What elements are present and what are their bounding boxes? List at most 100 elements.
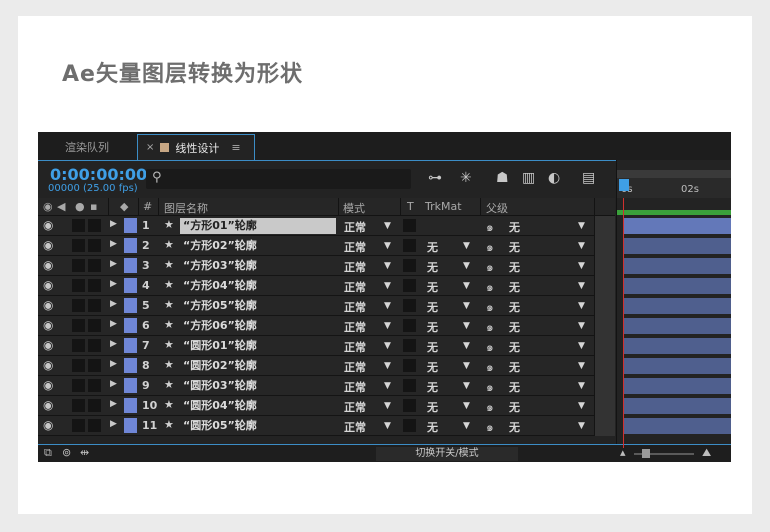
chevron-down-icon[interactable]: ▼ xyxy=(463,281,470,291)
lock-switch[interactable] xyxy=(88,419,101,432)
chevron-down-icon[interactable]: ▼ xyxy=(384,281,391,291)
expand-arrow-icon[interactable]: ▶ xyxy=(110,359,117,369)
expand-arrow-icon[interactable]: ▶ xyxy=(110,379,117,389)
chevron-down-icon[interactable]: ▼ xyxy=(384,261,391,271)
chevron-down-icon[interactable]: ▼ xyxy=(578,381,585,391)
chevron-down-icon[interactable]: ▼ xyxy=(578,221,585,231)
chevron-down-icon[interactable]: ▼ xyxy=(384,221,391,231)
graph-editor-icon[interactable]: ▤ xyxy=(582,170,595,186)
visibility-eye-icon[interactable]: ◉ xyxy=(43,218,53,232)
preserve-transparency-toggle[interactable] xyxy=(403,219,416,232)
chevron-down-icon[interactable]: ▼ xyxy=(463,261,470,271)
chevron-down-icon[interactable]: ▼ xyxy=(384,301,391,311)
blend-mode-select[interactable]: 正常 xyxy=(344,239,366,255)
layer-name[interactable]: “圆形02”轮廓 xyxy=(180,358,336,374)
layer-row[interactable]: ◉ ▶ 7 ★ “圆形01”轮廓 正常 ▼ 无 ▼ ๑无 ▼ xyxy=(38,336,615,356)
layer-duration-bar[interactable] xyxy=(623,358,731,374)
expand-arrow-icon[interactable]: ▶ xyxy=(110,299,117,309)
trkmat-select[interactable]: 无 xyxy=(427,279,438,295)
toggle-switches-modes-button[interactable]: 切换开关/模式 xyxy=(376,447,518,461)
current-time-indicator[interactable] xyxy=(619,179,629,191)
visibility-eye-icon[interactable]: ◉ xyxy=(43,378,53,392)
chevron-down-icon[interactable]: ▼ xyxy=(578,301,585,311)
expand-arrow-icon[interactable]: ▶ xyxy=(110,339,117,349)
preserve-transparency-toggle[interactable] xyxy=(403,299,416,312)
trkmat-select[interactable]: 无 xyxy=(427,319,438,335)
chevron-down-icon[interactable]: ▼ xyxy=(578,241,585,251)
layer-name[interactable]: “方形02”轮廓 xyxy=(180,238,336,254)
expand-arrow-icon[interactable]: ▶ xyxy=(110,259,117,269)
layer-duration-bar[interactable] xyxy=(623,298,731,314)
tab-render-queue[interactable]: 渲染队列 xyxy=(38,134,136,160)
chevron-down-icon[interactable]: ▼ xyxy=(578,401,585,411)
layer-duration-bar[interactable] xyxy=(623,278,731,294)
frame-blending-icon[interactable]: ▥ xyxy=(522,170,535,186)
trkmat-select[interactable]: 无 xyxy=(427,299,438,315)
audio-toggle-icon[interactable]: ◀ xyxy=(57,200,65,213)
layer-row[interactable]: ◉ ▶ 6 ★ “方形06”轮廓 正常 ▼ 无 ▼ ๑无 ▼ xyxy=(38,316,615,336)
parent-select[interactable]: 无 xyxy=(509,399,520,415)
lock-switch[interactable] xyxy=(88,319,101,332)
visibility-eye-icon[interactable]: ◉ xyxy=(43,278,53,292)
label-color-swatch[interactable] xyxy=(124,258,137,273)
blend-mode-select[interactable]: 正常 xyxy=(344,399,366,415)
pick-whip-icon[interactable]: ๑ xyxy=(486,278,494,297)
tab-composition[interactable]: × 线性设计 ≡ xyxy=(137,134,255,160)
expand-arrow-icon[interactable]: ▶ xyxy=(110,279,117,289)
visibility-eye-icon[interactable]: ◉ xyxy=(43,258,53,272)
chevron-down-icon[interactable]: ▼ xyxy=(578,261,585,271)
label-tag-icon[interactable]: ◆ xyxy=(120,200,128,213)
chevron-down-icon[interactable]: ▼ xyxy=(578,321,585,331)
chevron-down-icon[interactable]: ▼ xyxy=(384,401,391,411)
layer-row[interactable]: ◉ ▶ 10 ★ “圆形04”轮廓 正常 ▼ 无 ▼ ๑无 ▼ xyxy=(38,396,615,416)
layer-row[interactable]: ◉ ▶ 9 ★ “圆形03”轮廓 正常 ▼ 无 ▼ ๑无 ▼ xyxy=(38,376,615,396)
preserve-transparency-toggle[interactable] xyxy=(403,239,416,252)
chevron-down-icon[interactable]: ▼ xyxy=(463,321,470,331)
lock-switch[interactable] xyxy=(88,259,101,272)
pick-whip-icon[interactable]: ๑ xyxy=(486,358,494,377)
layer-row[interactable]: ◉ ▶ 4 ★ “方形04”轮廓 正常 ▼ 无 ▼ ๑无 ▼ xyxy=(38,276,615,296)
label-color-swatch[interactable] xyxy=(124,378,137,393)
solo-switch[interactable] xyxy=(72,279,85,292)
preserve-transparency-toggle[interactable] xyxy=(403,319,416,332)
preserve-transparency-toggle[interactable] xyxy=(403,399,416,412)
lock-switch[interactable] xyxy=(88,339,101,352)
label-color-swatch[interactable] xyxy=(124,278,137,293)
solo-switch[interactable] xyxy=(72,259,85,272)
layer-row[interactable]: ◉ ▶ 5 ★ “方形05”轮廓 正常 ▼ 无 ▼ ๑无 ▼ xyxy=(38,296,615,316)
pick-whip-icon[interactable]: ๑ xyxy=(486,418,494,437)
chevron-down-icon[interactable]: ▼ xyxy=(463,421,470,431)
preserve-transparency-toggle[interactable] xyxy=(403,259,416,272)
chevron-down-icon[interactable]: ▼ xyxy=(578,421,585,431)
layer-duration-bar[interactable] xyxy=(623,218,731,234)
transfer-controls-icon[interactable]: ⊚ xyxy=(62,446,71,459)
layer-row[interactable]: ◉ ▶ 8 ★ “圆形02”轮廓 正常 ▼ 无 ▼ ๑无 ▼ xyxy=(38,356,615,376)
solo-switch[interactable] xyxy=(72,359,85,372)
chevron-down-icon[interactable]: ▼ xyxy=(384,361,391,371)
visibility-eye-icon[interactable]: ◉ xyxy=(43,318,53,332)
label-color-swatch[interactable] xyxy=(124,358,137,373)
layer-row[interactable]: ◉ ▶ 1 ★ “方形01”轮廓 正常 ▼ ๑无 ▼ xyxy=(38,216,615,236)
current-timecode[interactable]: 0:00:00:00 xyxy=(50,165,147,184)
solo-switch[interactable] xyxy=(72,239,85,252)
zoom-in-icon[interactable]: ⛰ xyxy=(702,446,711,460)
solo-switch[interactable] xyxy=(72,299,85,312)
visibility-eye-icon[interactable]: ◉ xyxy=(43,398,53,412)
parent-select[interactable]: 无 xyxy=(509,319,520,335)
visibility-eye-icon[interactable]: ◉ xyxy=(43,418,53,432)
composition-flowchart-icon[interactable]: ⊶ xyxy=(428,170,442,186)
solo-switch[interactable] xyxy=(72,339,85,352)
panel-menu-icon[interactable]: ≡ xyxy=(231,141,240,154)
chevron-down-icon[interactable]: ▼ xyxy=(463,341,470,351)
layer-name[interactable]: “方形06”轮廓 xyxy=(180,318,336,334)
chevron-down-icon[interactable]: ▼ xyxy=(384,381,391,391)
expand-arrow-icon[interactable]: ▶ xyxy=(110,419,117,429)
chevron-down-icon[interactable]: ▼ xyxy=(463,361,470,371)
preserve-transparency-toggle[interactable] xyxy=(403,379,416,392)
solo-switch[interactable] xyxy=(72,399,85,412)
solo-switch[interactable] xyxy=(72,419,85,432)
parent-select[interactable]: 无 xyxy=(509,359,520,375)
chevron-down-icon[interactable]: ▼ xyxy=(578,341,585,351)
layer-name[interactable]: “圆形04”轮廓 xyxy=(180,398,336,414)
chevron-down-icon[interactable]: ▼ xyxy=(384,241,391,251)
